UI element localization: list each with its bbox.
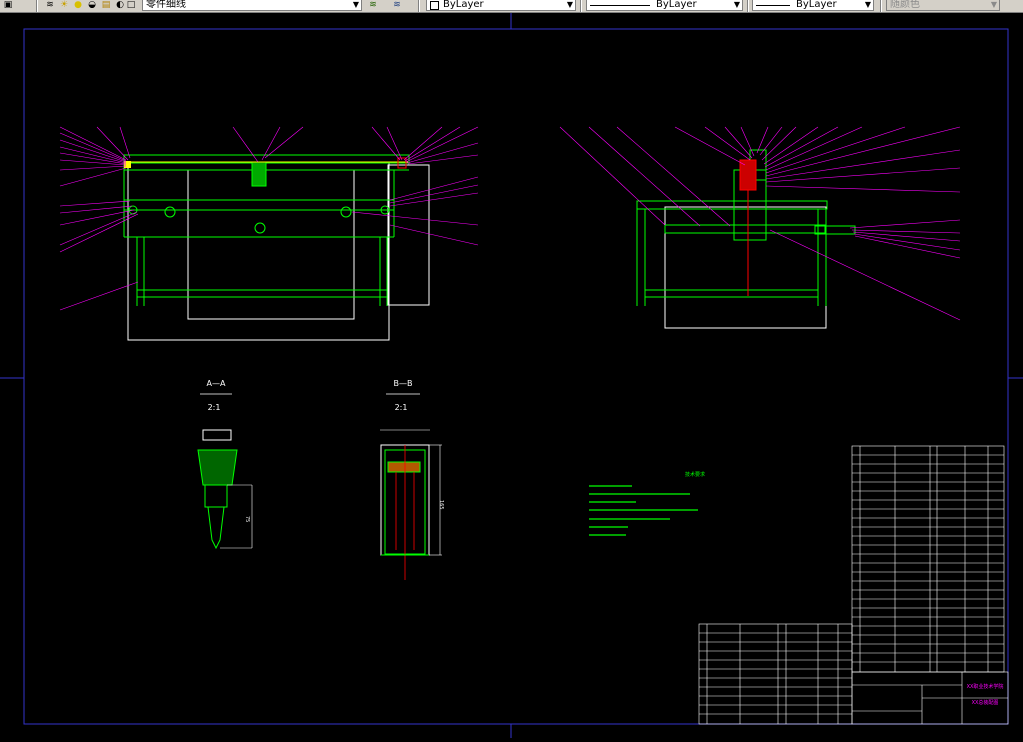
technical-requirements: 技术要求: [589, 471, 705, 536]
parts-list-lower: [698, 623, 853, 725]
lineweight-preview-icon: [756, 4, 790, 6]
drawing-frame: [0, 13, 1023, 738]
layer-previous-icon[interactable]: ≋: [391, 0, 403, 11]
tech-requirements-title: 技术要求: [685, 471, 705, 478]
plotstyle-dropdown-value: 随颜色: [890, 0, 920, 10]
section-aa: A—A 2:1 75: [197, 379, 253, 550]
linetype-dropdown[interactable]: ByLayer ▼: [586, 0, 743, 11]
lineweight-dropdown-value: ByLayer: [796, 0, 837, 10]
section-aa-label: A—A: [207, 379, 226, 388]
layer-on-bulb-icon[interactable]: ☀: [58, 0, 70, 11]
layer-dropdown[interactable]: 零件细线 ▼: [142, 0, 362, 11]
section-bb-dimension: 165: [438, 500, 444, 510]
side-view: [559, 126, 961, 329]
make-object-layer-current-icon[interactable]: ≋: [367, 0, 379, 11]
chevron-down-icon: ▼: [733, 0, 740, 9]
chevron-down-icon: ▼: [990, 0, 997, 9]
linetype-preview-icon: [590, 4, 650, 6]
linetype-dropdown-value: ByLayer: [656, 0, 697, 10]
drawing-canvas[interactable]: A—A 2:1 75 B—B 2:1 165 技术要求 XX职业技术学院 XX总…: [0, 13, 1023, 738]
parts-list-upper: [851, 445, 1005, 673]
front-view: [59, 126, 479, 341]
layer-lock-icon[interactable]: ▤: [100, 0, 112, 11]
toolbar-separator: [418, 0, 420, 12]
color-dropdown[interactable]: ByLayer ▼: [426, 0, 576, 11]
plotstyle-dropdown[interactable]: 随颜色 ▼: [886, 0, 1000, 11]
layer-freeze-icon[interactable]: ●: [72, 0, 84, 11]
section-bb: B—B 2:1 165: [380, 379, 444, 580]
chevron-down-icon: ▼: [864, 0, 871, 9]
properties-toolbar: ▣ ≋ ☀ ● ◒ ▤ ◐ □ 零件细线 ▼ ≋ ≋ ByLayer ▼ ByL…: [0, 0, 1023, 13]
layer-dropdown-value: 零件细线: [146, 0, 186, 10]
section-bb-scale: 2:1: [395, 403, 408, 412]
layer-manager-icon[interactable]: ≋: [44, 0, 56, 11]
lineweight-dropdown[interactable]: ByLayer ▼: [752, 0, 874, 11]
color-dropdown-value: ByLayer: [443, 0, 484, 10]
title-block-company: XX职业技术学院: [967, 683, 1004, 690]
toolbar-separator: [747, 0, 749, 12]
toolbar-separator: [36, 0, 38, 12]
section-aa-scale: 2:1: [208, 403, 221, 412]
toolbar-separator: [880, 0, 882, 12]
color-swatch-icon: [430, 0, 439, 10]
layer-states-icon[interactable]: ▣: [2, 0, 14, 11]
section-aa-dimension: 75: [244, 516, 250, 522]
title-block: XX职业技术学院 XX总装配图: [851, 671, 1009, 725]
layer-color-icon[interactable]: ◒: [86, 0, 98, 11]
title-block-drawing-name: XX总装配图: [972, 699, 999, 706]
drawing-svg: A—A 2:1 75 B—B 2:1 165 技术要求 XX职业技术学院 XX总…: [0, 13, 1023, 738]
section-bb-label: B—B: [394, 379, 413, 388]
layer-color-swatch-icon: □: [126, 0, 136, 10]
chevron-down-icon: ▼: [352, 0, 359, 9]
chevron-down-icon: ▼: [566, 0, 573, 9]
toolbar-separator: [580, 0, 582, 12]
